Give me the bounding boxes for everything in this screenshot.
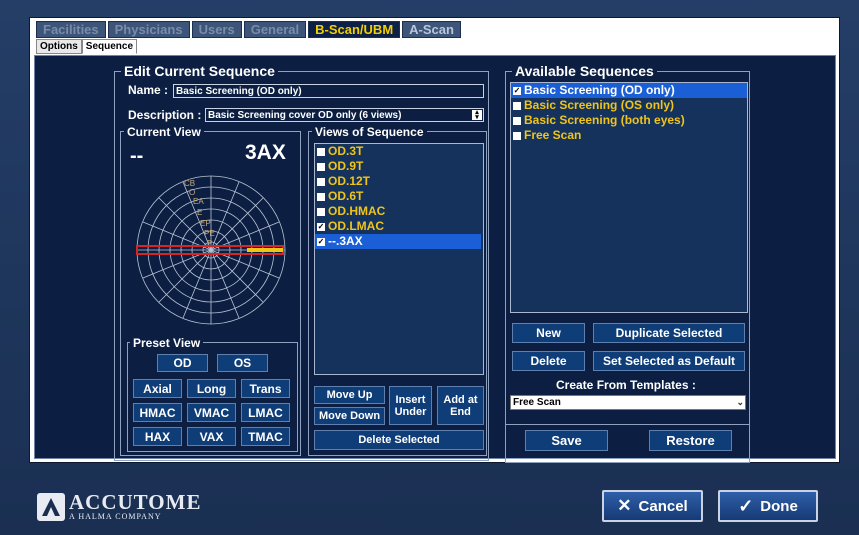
checkbox-checked[interactable]: ✓ xyxy=(513,86,521,95)
checkbox[interactable] xyxy=(513,116,521,125)
checkbox[interactable] xyxy=(513,131,521,140)
checkbox[interactable] xyxy=(317,192,325,201)
accutome-logo-icon xyxy=(37,493,65,521)
app-window: Facilities Physicians Users General B-Sc… xyxy=(0,0,859,535)
checkbox-checked[interactable]: ✓ xyxy=(317,237,325,246)
tab-physicians[interactable]: Physicians xyxy=(107,21,190,38)
main-tabbar: Facilities Physicians Users General B-Sc… xyxy=(36,21,461,38)
delete-selected-button[interactable]: Delete Selected xyxy=(314,430,484,450)
list-item[interactable]: Basic Screening (OS only) xyxy=(511,98,747,113)
preset-tmac-button[interactable]: TMAC xyxy=(241,427,290,446)
done-label: Done xyxy=(760,497,798,515)
cancel-label: Cancel xyxy=(638,497,688,515)
ring-label-ea: EA xyxy=(193,197,204,206)
ring-label-e: E xyxy=(197,208,202,217)
list-item[interactable]: OD.6T xyxy=(315,189,483,204)
logo-brand: ACCUTOME xyxy=(69,490,202,514)
list-item[interactable]: OD.9T xyxy=(315,159,483,174)
list-item[interactable]: Free Scan xyxy=(511,128,747,143)
preset-hmac-button[interactable]: HMAC xyxy=(133,403,182,422)
checkmark-icon: ✓ xyxy=(738,495,754,516)
preset-trans-button[interactable]: Trans xyxy=(241,379,290,398)
move-up-button[interactable]: Move Up xyxy=(314,386,385,404)
preset-hax-button[interactable]: HAX xyxy=(133,427,182,446)
checkbox[interactable] xyxy=(317,147,325,156)
current-view-eye: -- xyxy=(130,145,144,167)
description-field[interactable]: Basic Screening cover OD only (6 views) … xyxy=(205,108,484,122)
checkbox[interactable] xyxy=(513,101,521,110)
logo-tagline: A HALMA COMPANY xyxy=(69,512,162,521)
move-down-button[interactable]: Move Down xyxy=(314,407,385,425)
tab-general[interactable]: General xyxy=(243,21,307,38)
available-sequences-legend: Available Sequences xyxy=(512,63,657,79)
preset-os-button[interactable]: OS xyxy=(217,354,268,372)
insert-under-button[interactable]: Insert Under xyxy=(389,386,432,425)
list-item[interactable]: OD.HMAC xyxy=(315,204,483,219)
name-field[interactable]: Basic Screening (OD only) xyxy=(173,84,484,98)
add-at-end-button[interactable]: Add at End xyxy=(437,386,484,425)
sub-tabbar: Options Sequence xyxy=(36,39,138,54)
checkbox-checked[interactable]: ✓ xyxy=(317,222,325,231)
set-default-button[interactable]: Set Selected as Default xyxy=(593,351,745,371)
delete-sequence-button[interactable]: Delete xyxy=(512,351,585,371)
description-value: Basic Screening cover OD only (6 views) xyxy=(208,110,402,121)
available-sequences-list[interactable]: ✓ Basic Screening (OD only) Basic Screeni… xyxy=(510,82,748,313)
template-selected-value: Free Scan xyxy=(513,397,561,408)
current-view-name: 3AX xyxy=(245,141,286,164)
description-label: Description : xyxy=(128,108,202,122)
name-label: Name : xyxy=(128,83,169,97)
close-icon: ✕ xyxy=(617,496,632,515)
current-view-legend: Current View xyxy=(124,124,204,140)
views-of-sequence-legend: Views of Sequence xyxy=(312,124,427,140)
edit-sequence-legend: Edit Current Sequence xyxy=(121,63,278,79)
list-item-selected[interactable]: ✓ Basic Screening (OD only) xyxy=(511,83,747,98)
preset-od-button[interactable]: OD xyxy=(157,354,208,372)
ring-label-cb: CB xyxy=(184,179,195,188)
preset-axial-button[interactable]: Axial xyxy=(133,379,182,398)
preset-lmac-button[interactable]: LMAC xyxy=(241,403,290,422)
checkbox[interactable] xyxy=(317,207,325,216)
views-list[interactable]: OD.3T OD.9T OD.12T OD.6T OD.HMAC ✓ OD.LMA… xyxy=(314,143,484,375)
list-item-selected[interactable]: ✓ --.3AX xyxy=(315,234,481,249)
ring-label-o: O xyxy=(189,188,195,197)
spin-icon[interactable]: ▴ ▾ xyxy=(472,109,482,121)
ring-label-pe: PE xyxy=(204,229,215,238)
checkbox[interactable] xyxy=(317,162,325,171)
tab-ascan[interactable]: A-Scan xyxy=(402,21,461,38)
list-item[interactable]: OD.3T xyxy=(315,144,483,159)
new-button[interactable]: New xyxy=(512,323,585,343)
list-item[interactable]: Basic Screening (both eyes) xyxy=(511,113,747,128)
subtab-options[interactable]: Options xyxy=(36,39,82,54)
list-item[interactable]: ✓ OD.LMAC xyxy=(315,219,483,234)
tab-bscan-ubm[interactable]: B-Scan/UBM xyxy=(308,21,401,38)
preset-vmac-button[interactable]: VMAC xyxy=(187,403,236,422)
templates-label: Create From Templates : xyxy=(556,378,696,392)
ring-label-ep: EP xyxy=(200,219,211,228)
done-button[interactable]: ✓ Done xyxy=(718,490,818,522)
fundus-diagram[interactable]: CB O EA E EP PE P xyxy=(134,173,288,327)
sequence-panel: Edit Current Sequence Name : Basic Scree… xyxy=(34,55,836,463)
cancel-button[interactable]: ✕ Cancel xyxy=(602,490,703,522)
duplicate-selected-button[interactable]: Duplicate Selected xyxy=(593,323,745,343)
subtab-sequence[interactable]: Sequence xyxy=(81,39,138,54)
chevron-down-icon[interactable]: ⌄ xyxy=(736,396,744,409)
checkbox[interactable] xyxy=(317,177,325,186)
preset-vax-button[interactable]: VAX xyxy=(187,427,236,446)
preset-view-legend: Preset View xyxy=(130,335,204,351)
restore-button[interactable]: Restore xyxy=(649,430,732,451)
preset-long-button[interactable]: Long xyxy=(187,379,236,398)
list-item[interactable]: OD.12T xyxy=(315,174,483,189)
templates-dropdown[interactable]: Free Scan ⌄ xyxy=(510,395,746,410)
save-button[interactable]: Save xyxy=(525,430,608,451)
tab-facilities[interactable]: Facilities xyxy=(36,21,106,38)
tab-users[interactable]: Users xyxy=(191,21,242,38)
